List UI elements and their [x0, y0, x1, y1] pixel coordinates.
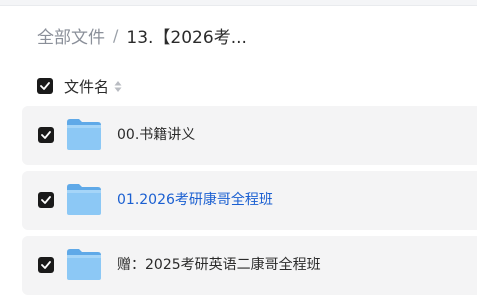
check-icon — [41, 131, 51, 139]
check-icon — [41, 196, 51, 204]
folder-icon — [67, 184, 101, 215]
breadcrumb-separator: / — [113, 25, 119, 45]
top-toolbar-edge — [0, 0, 477, 6]
row-checkbox[interactable] — [38, 257, 54, 273]
filename-column-header[interactable]: 文件名 — [64, 76, 109, 97]
check-icon — [40, 82, 50, 90]
file-row[interactable]: 00.书籍讲义 — [22, 106, 477, 165]
file-name[interactable]: 赠：2025考研英语二康哥全程班 — [117, 256, 321, 274]
file-name[interactable]: 00.书籍讲义 — [117, 126, 195, 144]
file-list-header: 文件名 — [37, 76, 122, 96]
row-checkbox[interactable] — [38, 192, 54, 208]
breadcrumb: 全部文件 / 13.【2026考... — [37, 23, 247, 48]
file-row[interactable]: 赠：2025考研英语二康哥全程班 — [22, 236, 477, 295]
file-name-link[interactable]: 01.2026考研康哥全程班 — [117, 191, 273, 209]
folder-icon — [67, 119, 101, 150]
folder-icon — [67, 249, 101, 280]
file-row[interactable]: 01.2026考研康哥全程班 — [22, 171, 477, 230]
sort-icon[interactable] — [114, 79, 122, 93]
breadcrumb-current-folder: 13.【2026考... — [126, 27, 247, 48]
breadcrumb-root-link[interactable]: 全部文件 — [37, 23, 105, 48]
row-checkbox[interactable] — [38, 127, 54, 143]
sort-arrows-icon — [114, 80, 122, 92]
check-icon — [41, 261, 51, 269]
select-all-checkbox[interactable] — [37, 78, 53, 94]
